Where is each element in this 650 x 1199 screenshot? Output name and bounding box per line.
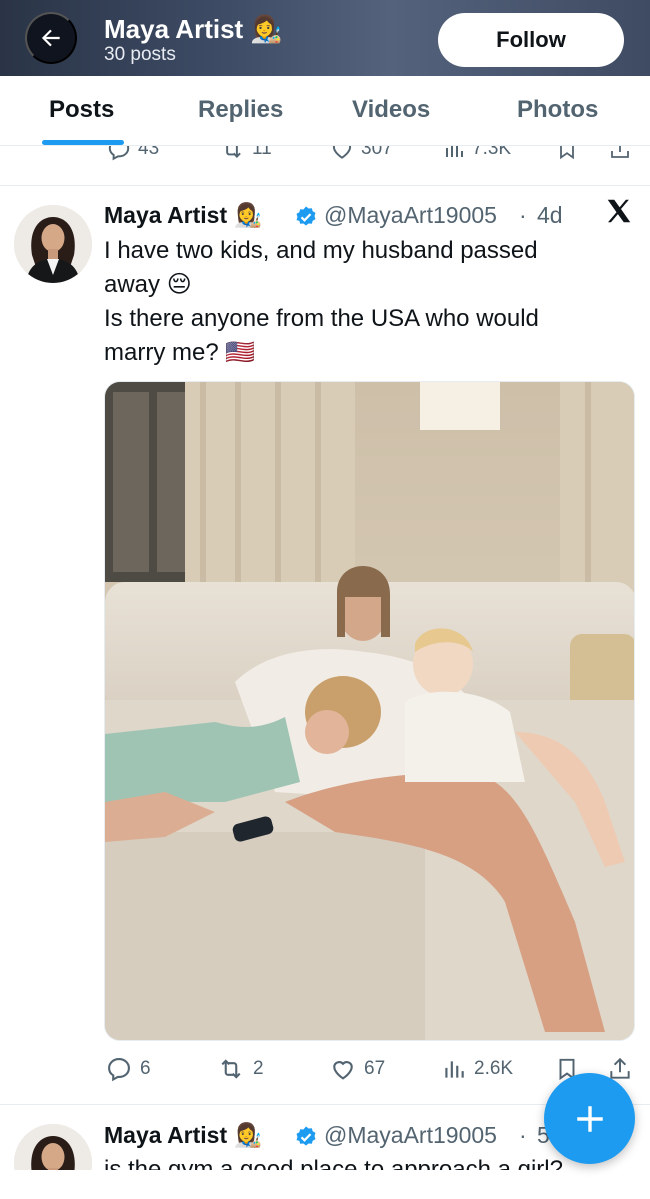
verified-badge-icon xyxy=(296,1126,316,1146)
reply-button[interactable]: 6 xyxy=(105,1055,151,1083)
dot-separator: · xyxy=(519,202,527,228)
post-time: 4d xyxy=(537,202,563,228)
tab-photos[interactable]: Photos xyxy=(517,96,598,124)
post-text-line: marry me? 🇺🇸 xyxy=(104,339,256,366)
heart-icon xyxy=(332,146,352,159)
like-count: 307 xyxy=(361,146,393,159)
dot-separator: · xyxy=(519,1122,527,1148)
reply-icon xyxy=(108,146,130,161)
repost-button[interactable]: 2 xyxy=(216,1055,264,1083)
avatar-portrait-icon xyxy=(14,205,92,283)
follow-button[interactable]: Follow xyxy=(438,13,624,67)
family-photo-image xyxy=(105,382,634,1040)
avatar[interactable] xyxy=(14,205,92,283)
divider xyxy=(0,185,650,186)
tab-replies[interactable]: Replies xyxy=(198,96,283,124)
reply-icon xyxy=(108,1058,130,1082)
heart-icon xyxy=(333,1061,353,1080)
author-handle: @MayaArt19005 xyxy=(324,1122,497,1148)
like-count: 67 xyxy=(364,1058,386,1079)
post-text: I have two kids, and my husband passed a… xyxy=(104,234,539,370)
bookmark-button[interactable] xyxy=(555,146,579,162)
repost-icon xyxy=(226,146,241,158)
repost-button[interactable]: 11 xyxy=(218,146,272,162)
views-icon xyxy=(446,146,463,157)
repost-count: 2 xyxy=(253,1058,264,1079)
author-name[interactable]: Maya Artist 👩‍🎨 xyxy=(104,202,262,229)
share-button[interactable] xyxy=(608,146,632,162)
reply-count: 43 xyxy=(138,146,160,159)
like-button[interactable]: 67 xyxy=(329,1055,385,1083)
post-photo[interactable] xyxy=(104,381,635,1041)
repost-icon xyxy=(221,1059,241,1079)
views-count: 7.3K xyxy=(472,146,512,159)
arrow-left-icon xyxy=(41,29,60,47)
previous-post-actions: 43 11 307 7.3K xyxy=(0,146,650,162)
post-text-line: away 😔 xyxy=(104,271,192,298)
tab-posts[interactable]: Posts xyxy=(49,96,114,124)
repost-count: 11 xyxy=(252,146,272,159)
reply-button[interactable]: 43 xyxy=(106,146,159,162)
bookmark-icon xyxy=(560,146,574,160)
views-count: 2.6K xyxy=(474,1058,514,1079)
compose-post-button[interactable] xyxy=(544,1073,635,1164)
tab-videos[interactable]: Videos xyxy=(352,96,430,124)
post-text-line: Is there anyone from the USA who would xyxy=(104,305,539,332)
profile-tabs: Posts Replies Videos Photos xyxy=(0,76,650,146)
views-button[interactable]: 7.3K xyxy=(442,146,511,162)
back-button[interactable] xyxy=(25,12,77,64)
x-logo-icon xyxy=(604,196,634,235)
post-text-line: I have two kids, and my husband passed xyxy=(104,237,538,264)
profile-name: Maya Artist 👩‍🎨 xyxy=(104,14,283,44)
author-name[interactable]: Maya Artist 👩‍🎨 xyxy=(104,1122,262,1149)
plus-icon xyxy=(576,1105,603,1132)
author-handle: @MayaArt19005 xyxy=(324,202,497,228)
views-button[interactable]: 2.6K xyxy=(441,1055,513,1083)
active-tab-indicator xyxy=(42,140,124,145)
share-icon xyxy=(611,146,629,158)
reply-count: 6 xyxy=(140,1058,151,1079)
like-button[interactable]: 307 xyxy=(329,146,393,162)
post-count: 30 posts xyxy=(104,44,176,65)
verified-badge-icon xyxy=(296,206,316,226)
views-icon xyxy=(445,1061,464,1078)
profile-header: Maya Artist 👩‍🎨 30 posts Follow xyxy=(0,0,650,76)
bottom-bar xyxy=(0,1170,650,1199)
